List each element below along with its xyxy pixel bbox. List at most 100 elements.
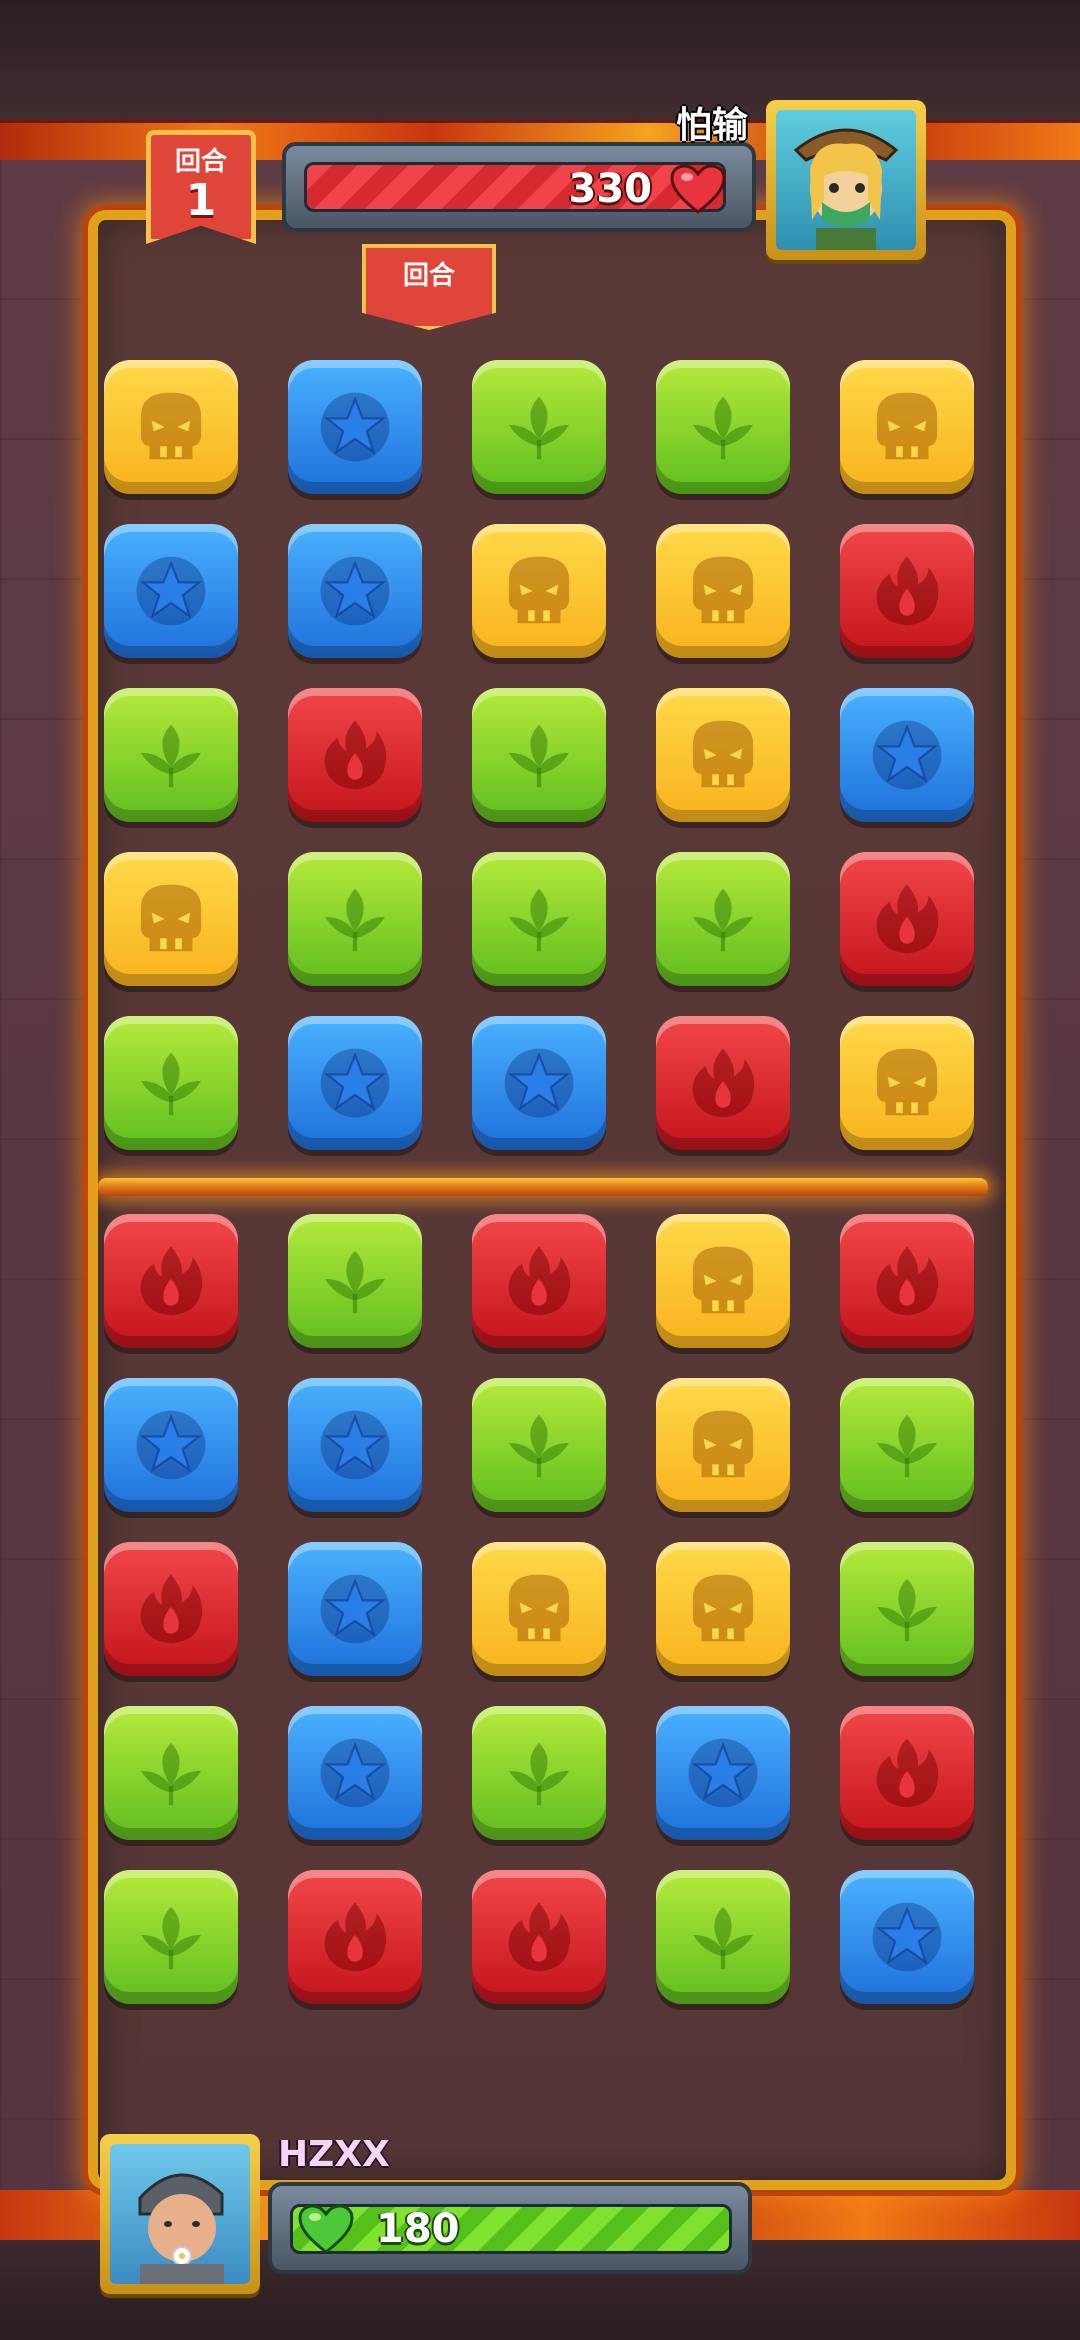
star-icon [312,1566,398,1652]
leaf-icon [496,384,582,470]
enemy-tile-skull[interactable] [840,1016,974,1150]
flame-icon [128,1238,214,1324]
skull-icon [128,384,214,470]
leaf-icon [680,384,766,470]
enemy-tile-leaf[interactable] [656,852,790,986]
star-icon [312,1402,398,1488]
player-tile-leaf[interactable] [472,1706,606,1840]
enemy-tile-leaf[interactable] [104,688,238,822]
enemy-tile-leaf[interactable] [288,852,422,986]
player-tile-flame[interactable] [104,1214,238,1348]
flame-icon [680,1040,766,1126]
player-tile-skull[interactable] [472,1542,606,1676]
player-tile-leaf[interactable] [288,1214,422,1348]
leaf-icon [864,1566,950,1652]
enemy-tile-flame[interactable] [288,688,422,822]
player-tile-leaf[interactable] [472,1378,606,1512]
enemy-tile-leaf[interactable] [472,688,606,822]
player-tile-leaf[interactable] [104,1870,238,2004]
enemy-tile-leaf[interactable] [472,360,606,494]
game-scene: 回合 1 330 回合 怕输 HZXX 180 [0,0,1080,2340]
player-tile-flame[interactable] [288,1870,422,2004]
player-tile-flame[interactable] [840,1214,974,1348]
player-tile-flame[interactable] [840,1706,974,1840]
player-tile-star[interactable] [288,1542,422,1676]
enemy-tile-skull[interactable] [840,360,974,494]
flame-icon [312,1894,398,1980]
enemy-tile-flame[interactable] [840,524,974,658]
player-tile-skull[interactable] [656,1214,790,1348]
player-tile-flame[interactable] [104,1542,238,1676]
leaf-icon [496,876,582,962]
enemy-tile-flame[interactable] [840,852,974,986]
player-tile-star[interactable] [656,1706,790,1840]
enemy-hp-value: 330 [568,166,653,212]
leaf-icon [680,876,766,962]
leaf-icon [496,712,582,798]
leaf-icon [864,1402,950,1488]
star-icon [312,548,398,634]
enemy-tile-star[interactable] [104,524,238,658]
skull-icon [128,876,214,962]
player-health-fill [290,2204,732,2254]
flame-icon [128,1566,214,1652]
enemy-tile-star[interactable] [288,1016,422,1150]
skull-icon [680,1566,766,1652]
player-tile-leaf[interactable] [104,1706,238,1840]
enemy-tile-leaf[interactable] [656,360,790,494]
enemy-tile-flame[interactable] [656,1016,790,1150]
old-man-helmet-avatar [110,2144,250,2284]
enemy-tile-star[interactable] [840,688,974,822]
leaf-icon [312,876,398,962]
player-health-bar: 180 [268,2182,752,2274]
enemy-name: 怕输 [676,105,749,146]
player-tile-star[interactable] [840,1870,974,2004]
enemy-tile-star[interactable] [472,1016,606,1150]
tile-grid [0,0,1080,2340]
enemy-avatar[interactable] [766,100,926,260]
leaf-icon [496,1402,582,1488]
flame-icon [864,1238,950,1324]
player-tile-skull[interactable] [656,1378,790,1512]
ranger-girl-avatar [776,110,916,250]
enemy-health-fill [304,162,726,212]
player-tile-star[interactable] [288,1378,422,1512]
flame-icon [864,1730,950,1816]
enemy-health-bar: 330 [282,142,756,232]
turn-indicator-tag: 回合 [362,244,496,330]
enemy-tile-skull[interactable] [472,524,606,658]
player-tile-star[interactable] [104,1378,238,1512]
round-label: 回合 [174,147,227,177]
skull-icon [680,1238,766,1324]
player-tile-flame[interactable] [472,1214,606,1348]
player-hp-value: 180 [376,2206,460,2252]
enemy-tile-star[interactable] [288,524,422,658]
star-icon [680,1730,766,1816]
player-tile-flame[interactable] [472,1870,606,2004]
player-tile-leaf[interactable] [840,1542,974,1676]
enemy-tile-leaf[interactable] [472,852,606,986]
player-tile-star[interactable] [288,1706,422,1840]
star-icon [128,548,214,634]
leaf-icon [128,1894,214,1980]
player-tile-leaf[interactable] [656,1870,790,2004]
round-number: 1 [185,175,217,226]
enemy-tile-skull[interactable] [656,524,790,658]
enemy-tile-skull[interactable] [104,852,238,986]
flame-icon [864,876,950,962]
enemy-tile-skull[interactable] [656,688,790,822]
star-icon [128,1402,214,1488]
enemy-tile-skull[interactable] [104,360,238,494]
green-heart-icon [298,2204,354,2254]
player-name: HZXX [278,2134,390,2175]
enemy-tile-star[interactable] [288,360,422,494]
leaf-icon [128,1730,214,1816]
leaf-icon [496,1730,582,1816]
enemy-tile-leaf[interactable] [104,1016,238,1150]
player-avatar[interactable] [100,2134,260,2294]
player-tile-skull[interactable] [656,1542,790,1676]
star-icon [312,1730,398,1816]
skull-icon [496,548,582,634]
skull-icon [680,1402,766,1488]
player-tile-leaf[interactable] [840,1378,974,1512]
